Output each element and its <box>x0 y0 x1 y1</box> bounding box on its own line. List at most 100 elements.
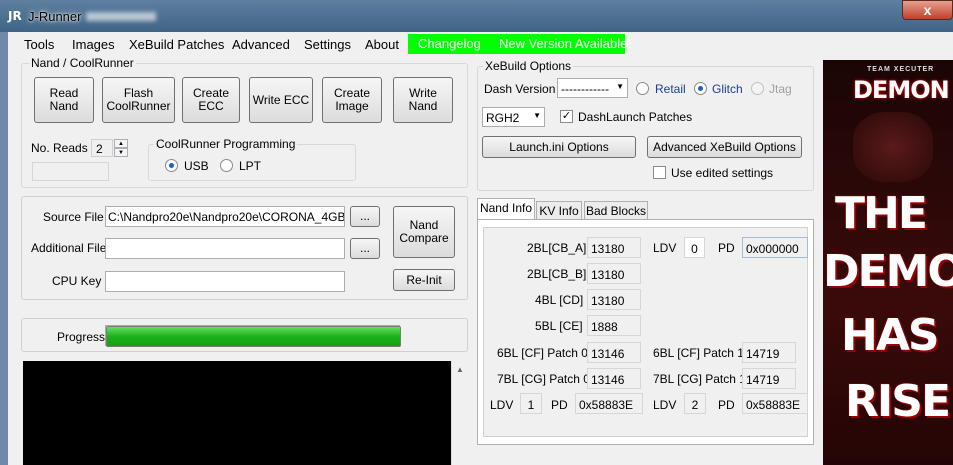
create-image-label: Create Image <box>333 86 371 113</box>
ldv-a-value: 1 <box>520 393 542 414</box>
tab-bad-blocks[interactable]: Bad Blocks <box>584 201 648 220</box>
console-type-select[interactable]: RGH2 ▼ <box>482 107 545 127</box>
cg0-value: 13146 <box>587 368 641 389</box>
pd-a-label: PD <box>551 398 568 412</box>
no-reads-input[interactable]: 2 <box>91 139 113 157</box>
ldv-a-label: LDV <box>490 398 514 412</box>
cf1-label: 6BL [CF] Patch 1 <box>653 346 744 360</box>
tab-kv-info[interactable]: KV Info <box>536 201 582 220</box>
log-scrollbar[interactable]: ▲ <box>451 361 468 465</box>
progress-fill <box>106 326 401 347</box>
cb-b-value: 13180 <box>587 263 641 284</box>
menu-xebuild-patches[interactable]: XeBuild Patches <box>129 37 224 52</box>
retail-label: Retail <box>655 82 686 96</box>
changelog-banner[interactable]: Changelog New Version Available! <box>408 34 631 54</box>
use-edited-settings-label: Use edited settings <box>671 166 774 180</box>
demon-face-icon <box>853 112 933 182</box>
menu-settings[interactable]: Settings <box>304 37 351 52</box>
banner-line-2: DEMON <box>823 246 953 297</box>
spin-up-icon: ▲ <box>118 141 124 147</box>
window-title: J-Runner <box>28 9 82 24</box>
coolrunner-programming-title: CoolRunner Programming <box>154 137 298 151</box>
ldv-top-value: 0 <box>684 237 705 258</box>
close-icon: x <box>923 2 932 18</box>
create-ecc-button[interactable]: Create ECC <box>182 77 240 123</box>
source-file-input[interactable]: C:\Nandpro20e\Nandpro20e\CORONA_4GB.bin <box>105 206 345 227</box>
jtag-radio[interactable] <box>751 82 764 95</box>
advanced-xebuild-options-button[interactable]: Advanced XeBuild Options <box>647 136 802 158</box>
menu-about[interactable]: About <box>365 37 399 52</box>
cd-label: 4BL [CD] <box>535 293 584 307</box>
menu-images[interactable]: Images <box>72 37 115 52</box>
pd-b-label: PD <box>718 398 735 412</box>
xebuild-options-title: XeBuild Options <box>483 59 574 73</box>
banner-line-4: RISE <box>845 376 951 427</box>
cg1-label: 7BL [CG] Patch 1 <box>653 372 746 386</box>
log-output[interactable] <box>23 361 451 465</box>
dash-version-select[interactable]: ------------ ▼ <box>557 78 628 98</box>
dash-version-value: ------------ <box>561 82 609 96</box>
read-nand-label: Read Nand <box>49 86 79 113</box>
cg0-label: 7BL [CG] Patch 0 <box>497 372 590 386</box>
write-nand-button[interactable]: Write Nand <box>393 77 453 123</box>
use-edited-settings-checkbox[interactable] <box>653 166 666 179</box>
reinit-button[interactable]: Re-Init <box>393 269 455 291</box>
spin-down-button[interactable]: ▼ <box>114 148 128 157</box>
pd-b-value: 0x58883E <box>742 393 808 414</box>
usb-label: USB <box>184 159 209 173</box>
launch-ini-options-button[interactable]: Launch.ini Options <box>482 136 636 158</box>
tab-nand-info[interactable]: Nand Info <box>477 198 535 220</box>
menu-tools[interactable]: Tools <box>24 37 54 52</box>
nand-coolrunner-title: Nand / CoolRunner <box>29 56 136 70</box>
additional-file-label: Additional File <box>31 241 107 255</box>
usb-radio[interactable] <box>165 159 178 172</box>
create-image-button[interactable]: Create Image <box>322 77 382 123</box>
pd-top-label: PD <box>718 241 735 255</box>
launch-ini-label: Launch.ini Options <box>509 139 609 154</box>
reinit-label: Re-Init <box>406 272 442 287</box>
no-reads-label: No. Reads <box>31 141 88 155</box>
additional-file-input[interactable] <box>105 238 345 259</box>
cpu-key-label: CPU Key <box>52 274 102 288</box>
changelog-link[interactable]: Changelog <box>418 36 481 51</box>
dash-version-label: Dash Version <box>484 82 556 96</box>
new-version-notice[interactable]: New Version Available! <box>499 36 631 51</box>
scroll-up-icon: ▲ <box>456 365 464 374</box>
spin-up-button[interactable]: ▲ <box>114 139 128 148</box>
pd-top-value: 0x000000 <box>742 237 808 258</box>
read-nand-button[interactable]: Read Nand <box>34 77 94 123</box>
menu-advanced[interactable]: Advanced <box>232 37 290 52</box>
write-nand-label: Write Nand <box>408 86 438 113</box>
console-type-value: RGH2 <box>486 111 520 125</box>
source-file-label: Source File <box>43 210 104 224</box>
read-status-box <box>32 162 109 181</box>
source-file-browse-button[interactable]: ... <box>350 206 380 227</box>
cpu-key-input[interactable] <box>105 271 345 292</box>
team-xecuter-banner[interactable]: TEAM XECUTER DEMON THE DEMON HAS RISE <box>823 60 953 465</box>
cb-a-label: 2BL[CB_A] <box>527 241 587 255</box>
write-ecc-button[interactable]: Write ECC <box>249 77 313 123</box>
banner-line-1: THE <box>835 188 928 239</box>
chevron-down-icon: ▼ <box>616 82 624 91</box>
banner-subtitle: TEAM XECUTER <box>867 66 935 73</box>
flash-coolrunner-label: Flash CoolRunner <box>106 86 171 113</box>
banner-line-3: HAS <box>841 310 940 361</box>
flash-coolrunner-button[interactable]: Flash CoolRunner <box>102 77 175 123</box>
progress-label: Progress <box>57 330 106 344</box>
pd-a-value: 0x58883E <box>575 393 643 414</box>
cf0-value: 13146 <box>587 342 641 363</box>
glitch-label: Glitch <box>712 82 743 96</box>
lpt-radio[interactable] <box>220 159 233 172</box>
retail-radio[interactable] <box>636 82 649 95</box>
nand-compare-button[interactable]: Nand Compare <box>393 206 455 258</box>
cf1-value: 14719 <box>742 342 796 363</box>
app-logo-icon: JR <box>8 9 22 23</box>
version-text-blurred <box>86 12 156 21</box>
ldv-b-label: LDV <box>653 398 677 412</box>
glitch-radio[interactable] <box>694 82 707 95</box>
cg1-value: 14719 <box>742 368 796 389</box>
dashlaunch-patches-checkbox[interactable]: ✓ <box>560 110 573 123</box>
window-close-button[interactable]: x <box>902 0 953 20</box>
additional-file-browse-button[interactable]: ... <box>350 238 380 259</box>
chevron-down-icon: ▼ <box>533 111 541 120</box>
